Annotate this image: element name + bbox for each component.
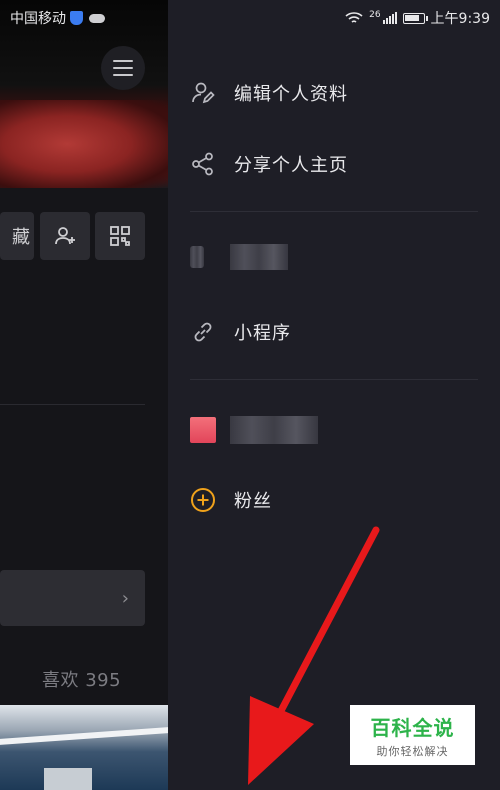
- watermark-title: 百科全说: [370, 715, 455, 740]
- video-thumbnail[interactable]: [0, 705, 168, 790]
- cloud-icon: [89, 13, 105, 23]
- drawer-item-fans[interactable]: 粉丝: [190, 480, 272, 520]
- profile-info-bar[interactable]: ›: [0, 570, 145, 626]
- drawer-item-label: 小程序: [234, 323, 291, 344]
- drawer-item-blurred-2[interactable]: [190, 410, 318, 450]
- add-friend-button[interactable]: [40, 212, 90, 260]
- hamburger-icon: [113, 60, 133, 76]
- user-edit-icon: [190, 80, 216, 106]
- drawer-item-edit-profile[interactable]: 编辑个人资料: [190, 73, 348, 113]
- drawer-item-label: 粉丝: [234, 491, 272, 512]
- status-right-group: 26 上午9:39: [345, 8, 490, 28]
- share-icon: [190, 151, 216, 177]
- likes-tab[interactable]: 喜欢 395: [42, 666, 121, 692]
- clock: 上午9:39: [430, 11, 490, 27]
- drawer-divider: [190, 211, 478, 212]
- thumbnail-stadium-roof: [0, 727, 168, 745]
- drawer-item-label: 分享个人主页: [234, 155, 348, 176]
- favorites-tab[interactable]: 藏: [0, 212, 34, 260]
- drawer-item-blurred-1[interactable]: [190, 237, 288, 277]
- screen: 藏 › 喜欢 395 中国移动 26 上午9:39 编辑个人资料 分享个人主页 …: [0, 0, 500, 790]
- banner-image: [0, 100, 168, 188]
- chevron-right-icon: ›: [121, 587, 129, 609]
- add-user-icon: [55, 227, 75, 245]
- favorites-tab-label: 藏: [12, 227, 30, 248]
- battery-icon: [402, 12, 428, 24]
- wifi-icon: [345, 12, 363, 23]
- thumbnail-caption-block: [44, 768, 92, 790]
- qr-code-icon: [110, 226, 130, 246]
- carrier-group: 中国移动: [10, 8, 105, 28]
- drawer-item-share-profile[interactable]: 分享个人主页: [190, 144, 348, 184]
- drawer-item-mini-program[interactable]: 小程序: [190, 312, 291, 352]
- blurred-icon: [190, 246, 204, 268]
- profile-page-background: 藏 › 喜欢 395: [0, 0, 168, 790]
- status-bar: 中国移动 26 上午9:39: [0, 0, 500, 34]
- profile-divider: [0, 404, 145, 405]
- network-type: 26: [369, 10, 381, 20]
- qr-code-button[interactable]: [95, 212, 145, 260]
- carrier-name: 中国移动: [10, 11, 66, 27]
- blurred-label: [230, 244, 288, 270]
- side-drawer: 编辑个人资料 分享个人主页 小程序 粉丝: [168, 0, 500, 790]
- watermark-subtitle: 助你轻松解决: [376, 744, 449, 758]
- blurred-red-icon: [190, 417, 216, 443]
- shield-icon: [70, 11, 83, 25]
- link-icon: [190, 319, 216, 345]
- menu-button[interactable]: [101, 46, 145, 90]
- drawer-item-label: 编辑个人资料: [234, 84, 348, 105]
- plus-circle-icon: [190, 487, 216, 513]
- watermark-logo: 百科全说 助你轻松解决: [350, 705, 475, 765]
- drawer-divider: [190, 379, 478, 380]
- signal-icon: [382, 12, 397, 24]
- blurred-label: [230, 416, 318, 444]
